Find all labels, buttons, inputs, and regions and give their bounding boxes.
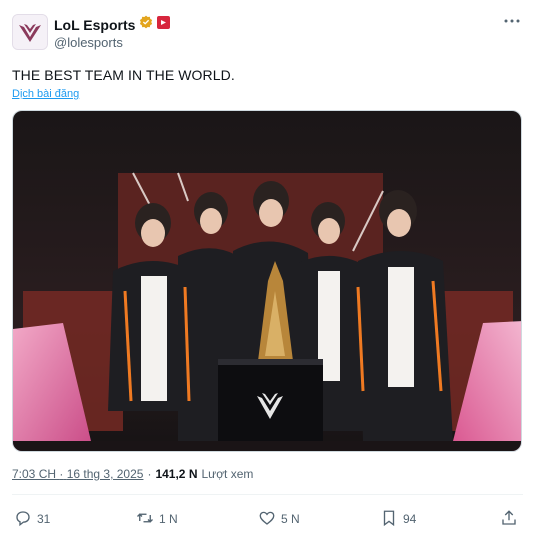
tweet-photo[interactable]	[12, 110, 522, 452]
share-button[interactable]	[500, 508, 518, 530]
team-photo-illustration	[13, 111, 521, 451]
tweet-text: THE BEST TEAM IN THE WORLD.	[12, 67, 235, 83]
reply-count: 31	[37, 512, 51, 526]
lol-esports-logo	[13, 15, 47, 49]
heart-icon	[258, 509, 276, 530]
retweet-icon	[136, 509, 154, 530]
retweet-count: 1 N	[159, 512, 178, 526]
bookmark-count: 94	[403, 512, 417, 526]
tweet-meta: 7:03 CH · 16 thg 3, 2025 · 141,2 N Lượt …	[12, 467, 253, 481]
account-name-row: LoL Esports	[54, 15, 171, 34]
affiliate-badge-icon	[157, 15, 171, 34]
bookmark-button[interactable]: 94	[380, 508, 416, 530]
retweet-button[interactable]: 1 N	[136, 508, 178, 530]
account-name[interactable]: LoL Esports	[54, 17, 135, 33]
more-dots-icon[interactable]	[503, 12, 521, 30]
views-label: Lượt xem	[201, 467, 254, 481]
translate-post-link[interactable]: Dịch bài đăng	[12, 88, 79, 100]
meta-separator: ·	[59, 467, 64, 481]
bookmark-icon	[380, 509, 398, 530]
account-handle[interactable]: @lolesports	[54, 35, 123, 50]
tweet-time: 7:03 CH	[12, 467, 57, 481]
divider	[12, 494, 523, 495]
verified-badge-icon	[139, 15, 153, 34]
tweet-actions: 31 1 N 5 N 94	[14, 508, 522, 530]
reply-button[interactable]: 31	[14, 508, 50, 530]
views-count: 141,2 N	[155, 467, 198, 481]
reply-icon	[14, 509, 32, 530]
account-avatar[interactable]	[12, 14, 48, 50]
share-icon	[500, 509, 518, 530]
meta-separator-2: ·	[147, 467, 152, 481]
tweet-date: 16 thg 3, 2025	[66, 467, 144, 481]
tweet-time-link[interactable]: 7:03 CH · 16 thg 3, 2025	[12, 467, 143, 481]
like-count: 5 N	[281, 512, 300, 526]
like-button[interactable]: 5 N	[258, 508, 300, 530]
